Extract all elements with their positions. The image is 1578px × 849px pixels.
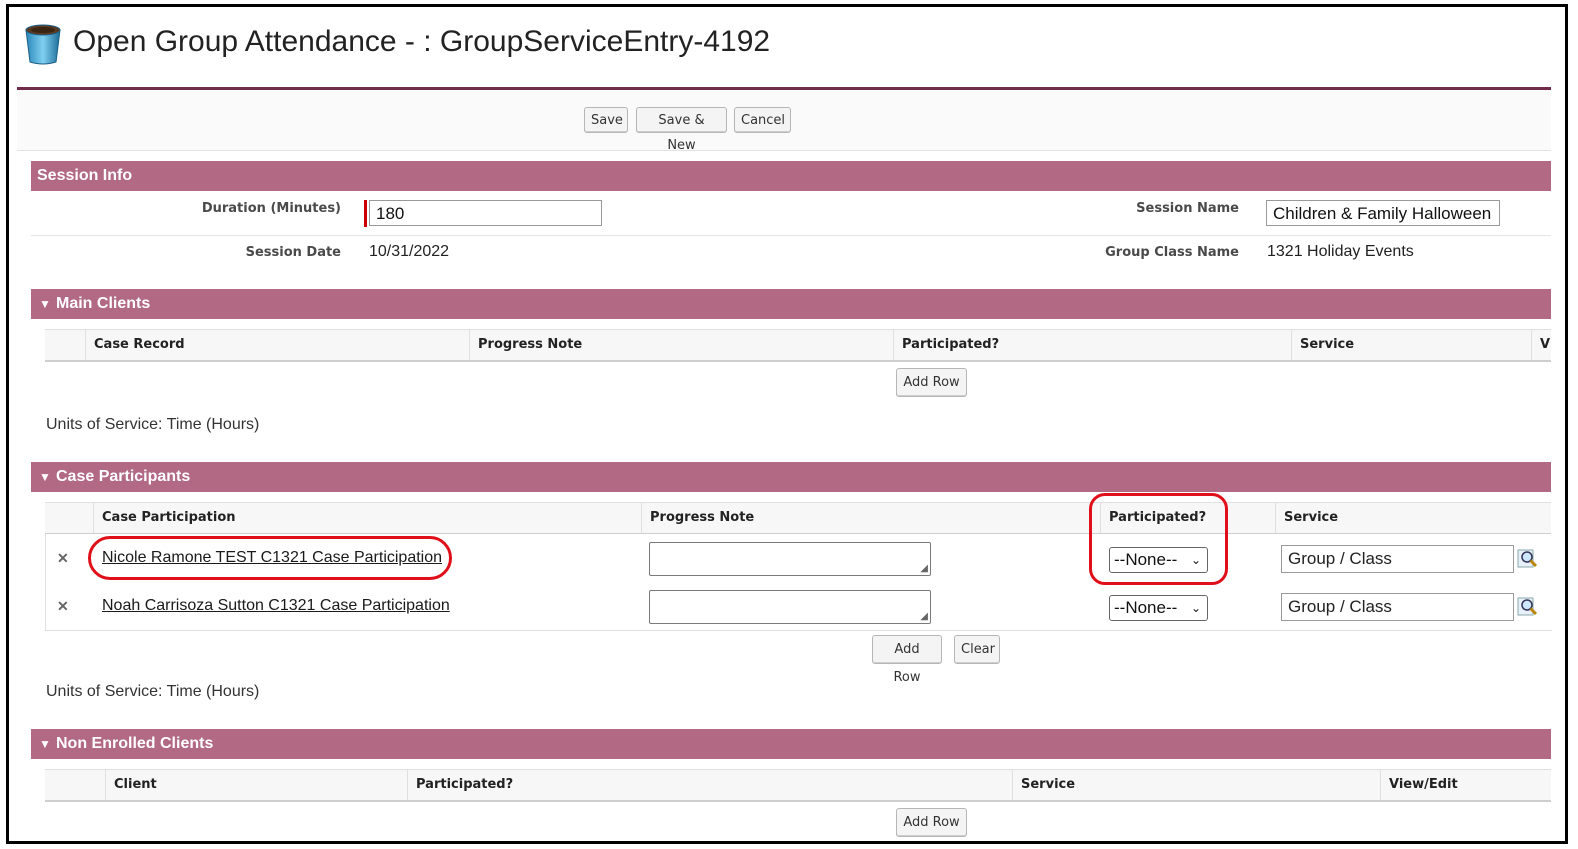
page-header: Open Group Attendance - : GroupServiceEn… [17, 7, 1551, 90]
column-header: Case Participation [93, 503, 641, 533]
case-participants-table-header: Case Participation Progress Note Partici… [45, 502, 1551, 535]
session-date-value: 10/31/2022 [369, 243, 450, 260]
chevron-down-icon: ⌄ [1190, 601, 1201, 615]
main-clients-header[interactable]: ▼ Main Clients [31, 289, 1551, 319]
section-title: Case Participants [56, 468, 191, 485]
save-and-new-button[interactable]: Save & New [636, 107, 727, 153]
coffee-cup-icon [25, 24, 61, 65]
close-x-icon[interactable]: ✕ [57, 550, 69, 567]
window-frame: Open Group Attendance - : GroupServiceEn… [6, 4, 1568, 844]
clear-button[interactable]: Clear [954, 635, 1000, 664]
field-divider [31, 235, 1551, 236]
session-name-input[interactable]: Children & Family Halloween [1266, 200, 1500, 226]
section-title: Non Enrolled Clients [56, 735, 214, 752]
units-of-service-text: Units of Service: Time (Hours) [46, 416, 260, 433]
group-class-label: Group Class Name [1105, 245, 1239, 260]
service-lookup-input[interactable]: Group / Class [1281, 545, 1514, 573]
resize-grip-icon[interactable]: ◢ [920, 564, 928, 574]
non-enrolled-clients-header[interactable]: ▼ Non Enrolled Clients [31, 729, 1551, 759]
duration-label: Duration (Minutes) [201, 201, 341, 216]
service-lookup-input[interactable]: Group / Class [1281, 593, 1514, 621]
column-header: Service [1291, 330, 1531, 360]
case-participants-header[interactable]: ▼ Case Participants [31, 462, 1551, 492]
table-row: ✕ Noah Carrisoza Sutton C1321 Case Parti… [45, 582, 1552, 631]
column-header: Progress Note [641, 503, 1100, 533]
column-header: Participated? [893, 330, 1291, 360]
page-title: Open Group Attendance - : GroupServiceEn… [73, 25, 771, 58]
column-header: Service [1012, 770, 1380, 800]
triangle-down-icon[interactable]: ▼ [39, 729, 51, 759]
page: Open Group Attendance - : GroupServiceEn… [17, 7, 1552, 841]
main-clients-table-header: Case Record Progress Note Participated? … [45, 329, 1551, 362]
highlight-participated-annotation [1089, 493, 1228, 585]
session-name-label: Session Name [1136, 201, 1239, 216]
column-header: Progress Note [469, 330, 893, 360]
save-button[interactable]: Save [584, 107, 628, 133]
cancel-button[interactable]: Cancel [734, 107, 791, 133]
section-title: Main Clients [56, 295, 151, 312]
non-enrolled-table-header: Client Participated? Service View/Edit [45, 769, 1551, 802]
magnifier-icon[interactable] [1517, 596, 1539, 618]
magnifier-icon[interactable] [1517, 548, 1539, 570]
column-header: Case Record [85, 330, 469, 360]
required-indicator [364, 200, 367, 227]
column-header: Client [105, 770, 407, 800]
case-participation-link[interactable]: Noah Carrisoza Sutton C1321 Case Partici… [102, 597, 450, 615]
non-enrolled-add-row-button[interactable]: Add Row [896, 808, 967, 837]
column-header: Service [1275, 503, 1551, 533]
group-class-value: 1321 Holiday Events [1267, 243, 1414, 260]
column-header: View/Edit [1380, 770, 1551, 800]
session-date-label: Session Date [245, 245, 341, 260]
highlight-case-participation-annotation [88, 536, 452, 580]
duration-input[interactable]: 180 [369, 200, 602, 226]
top-button-bar: Save Save & New Cancel [17, 90, 1551, 153]
column-header: Participated? [407, 770, 1012, 800]
section-title: Session Info [37, 167, 133, 184]
case-participants-add-row-button[interactable]: Add Row [872, 635, 942, 685]
column-header: V [1531, 330, 1551, 360]
resize-grip-icon[interactable]: ◢ [920, 612, 928, 622]
select-value: --None-- [1114, 598, 1178, 617]
main-clients-add-row-button[interactable]: Add Row [896, 368, 967, 397]
session-info-header: Session Info [31, 161, 1551, 191]
triangle-down-icon[interactable]: ▼ [39, 289, 51, 319]
triangle-down-icon[interactable]: ▼ [39, 462, 51, 492]
close-x-icon[interactable]: ✕ [57, 598, 69, 615]
units-of-service-text: Units of Service: Time (Hours) [46, 683, 260, 700]
progress-note-textarea[interactable]: ◢ [649, 590, 931, 624]
participated-select[interactable]: --None-- ⌄ [1109, 595, 1208, 621]
progress-note-textarea[interactable]: ◢ [649, 542, 931, 576]
